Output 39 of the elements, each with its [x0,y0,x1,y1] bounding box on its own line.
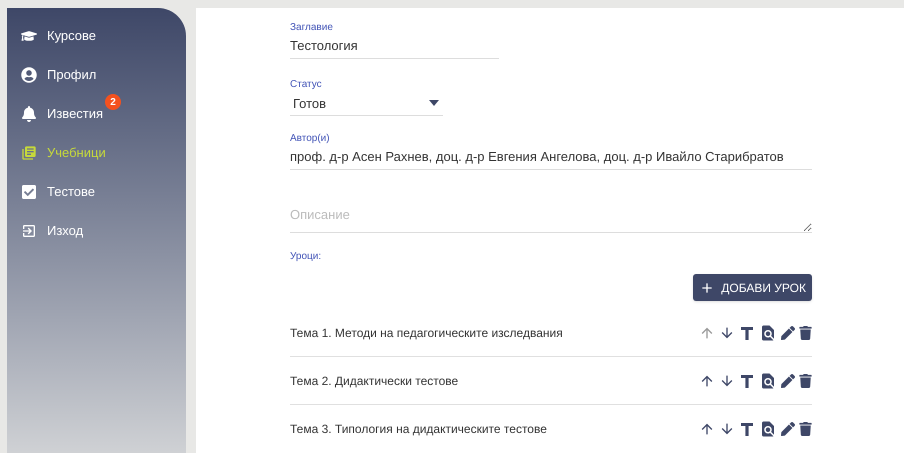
edit-button[interactable] [781,326,795,340]
field-label: Автор(и) [290,132,331,146]
preview-button[interactable] [759,420,777,438]
edit-button[interactable] [781,374,795,388]
sidebar-item[interactable]: Курсове [21,26,96,46]
add-lesson-button[interactable]: ДОБАВИ УРОК [693,274,812,301]
caret-icon [429,100,439,106]
move-down-button[interactable] [719,324,735,340]
preview-button[interactable] [759,372,777,390]
delete-button[interactable] [799,374,812,388]
status-dropdown[interactable]: Готов [290,92,443,116]
exit-icon [21,223,37,239]
notification-badge: 2 [105,94,122,110]
field-label: Статус [290,78,323,92]
books-icon [21,145,37,161]
checkbox-icon [21,184,37,200]
lesson-title: Тема 2. Дидактически тестове [290,372,458,390]
delete-button[interactable] [799,326,812,340]
lesson-title: Тема 3. Типология на дидактическите тестове [290,421,547,438]
text-button[interactable] [739,421,755,437]
lesson-title: Тема 1. Методи на педагогическите изследвания [290,324,563,342]
preview-button[interactable] [759,324,777,342]
text-button[interactable] [739,324,755,340]
delete-button[interactable] [799,422,812,436]
move-down-button[interactable] [719,421,735,437]
field-label: Заглавие [290,21,334,35]
title-field[interactable]: Тестология [290,35,499,58]
move-up-button[interactable] [699,421,715,437]
user-icon [21,67,37,83]
cap-icon [21,28,37,44]
lessons-label: Уроци: [290,250,322,264]
sidebar-item[interactable]: Тестове [21,182,95,202]
sidebar-item[interactable]: Профил [21,65,96,85]
text-button[interactable] [739,372,755,388]
authors-field[interactable]: проф. д-р Асен Рахнев, доц. д-р Евгения Ангелова, доц. д-р Ивайло Старибратов [290,146,812,170]
edit-button[interactable] [781,422,795,436]
description-field[interactable]: Описание [290,204,812,233]
move-down-button[interactable] [719,372,735,388]
bell-icon [21,106,37,122]
